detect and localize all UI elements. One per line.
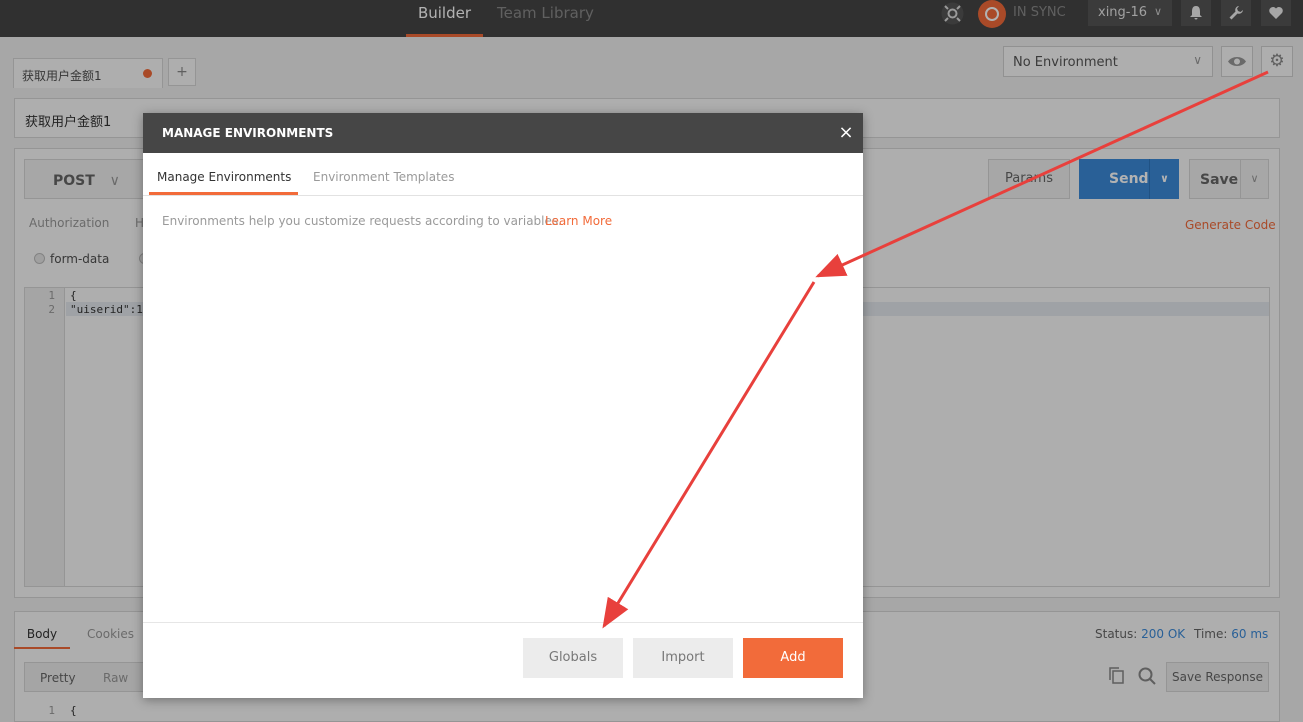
- tab-manage-environments[interactable]: Manage Environments: [157, 170, 291, 184]
- modal-description: Environments help you customize requests…: [162, 214, 562, 228]
- learn-more-link[interactable]: Learn More: [545, 214, 612, 228]
- footer-divider: [143, 622, 863, 623]
- modal-header: MANAGE ENVIRONMENTS ×: [143, 113, 863, 153]
- manage-environments-modal: MANAGE ENVIRONMENTS × Manage Environment…: [143, 113, 863, 698]
- tab-divider: [143, 195, 863, 196]
- modal-title: MANAGE ENVIRONMENTS: [162, 126, 334, 140]
- modal-backdrop-top: [0, 0, 1303, 37]
- close-icon[interactable]: ×: [836, 123, 856, 143]
- import-button[interactable]: Import: [633, 638, 733, 678]
- tab-environment-templates[interactable]: Environment Templates: [313, 170, 454, 184]
- globals-button[interactable]: Globals: [523, 638, 623, 678]
- add-button[interactable]: Add: [743, 638, 843, 678]
